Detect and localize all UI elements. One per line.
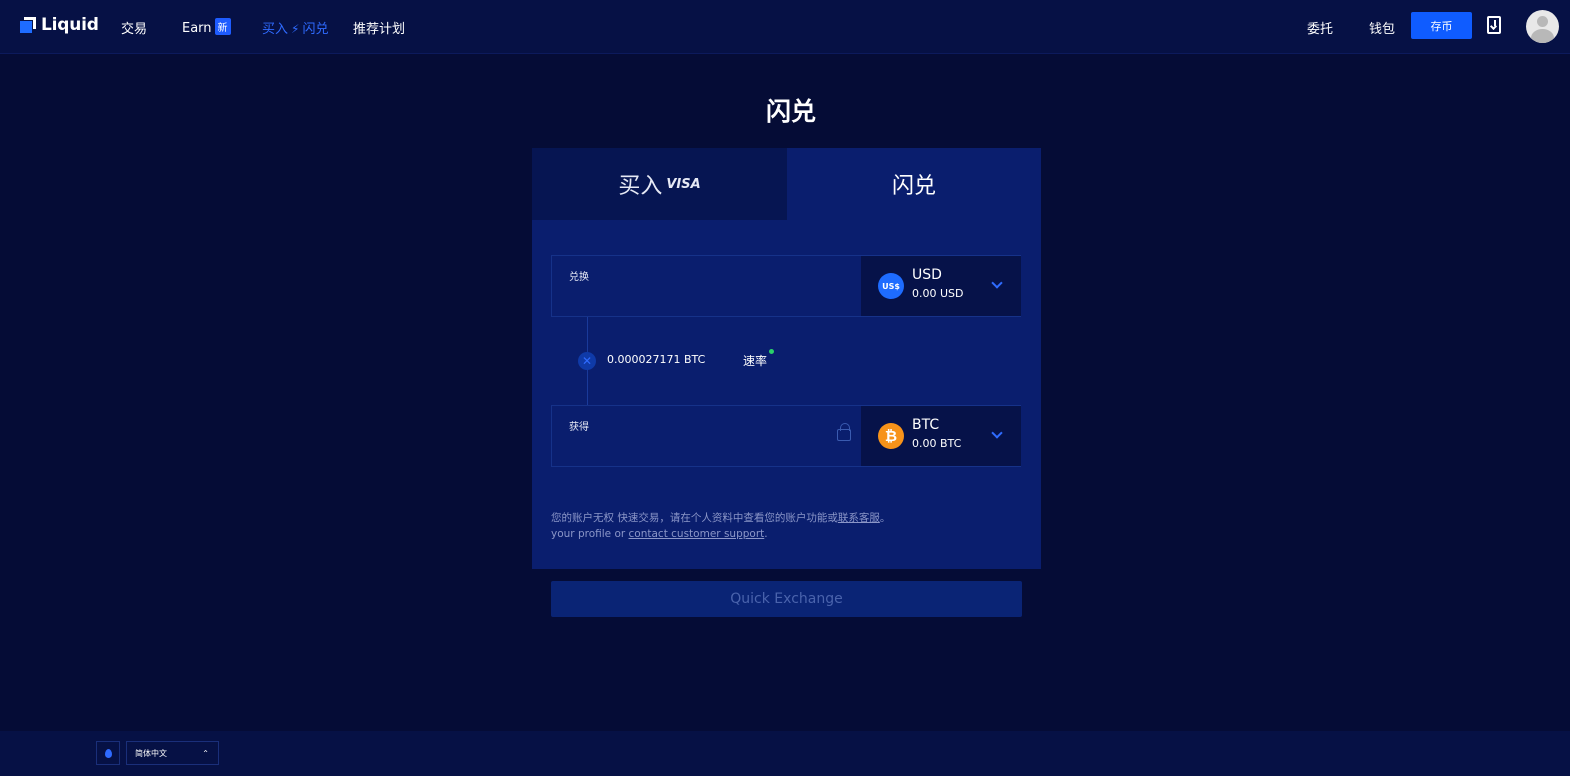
nav-wallet[interactable]: 钱包	[1369, 18, 1395, 37]
chevron-down-icon	[991, 277, 1003, 289]
to-currency-balance: 0.00 BTC	[912, 437, 962, 450]
lock-icon[interactable]	[837, 423, 851, 441]
new-badge: 新	[214, 18, 231, 35]
lightning-icon: ⚡	[291, 22, 300, 36]
account-notice: 您的账户无权 快速交易，请在个人资料中查看您的账户功能或联系客服。 your p…	[551, 510, 1021, 542]
from-currency-balance: 0.00 USD	[912, 287, 964, 300]
to-amount-input[interactable]	[562, 432, 842, 458]
download-app-icon[interactable]	[1487, 16, 1501, 34]
notice-line-1: 您的账户无权 快速交易，请在个人资料中查看您的账户功能或联系客服。	[551, 510, 1021, 526]
deposit-button[interactable]: 存币	[1411, 12, 1472, 39]
language-select[interactable]: 简体中文 ⌃	[126, 741, 219, 765]
nav-delegate[interactable]: 委托	[1307, 18, 1333, 37]
notice-text-cn: 您的账户无权 快速交易，请在个人资料中查看您的账户功能或	[551, 512, 838, 524]
nav-buy-label: 买入	[262, 22, 289, 37]
exchange-card: 买入 VISA 闪兑 兑换 US$ USD 0.00 USD ✕ 0.000027…	[532, 148, 1041, 569]
notice-end-cn: 。	[879, 512, 891, 524]
page-title: 闪兑	[765, 97, 816, 126]
close-icon: ✕	[578, 352, 596, 370]
rate-value: 0.000027171 BTC	[607, 353, 706, 366]
caret-up-icon: ⌃	[202, 749, 209, 758]
rate-label: 速率	[743, 354, 768, 368]
chevron-down-icon	[991, 427, 1003, 439]
nav-trade[interactable]: 交易	[121, 18, 147, 37]
top-navigation-bar: Liquid 交易 Earn 新 买入 ⚡ 闪兑 推荐计划 委托 钱包 存币	[0, 0, 1570, 54]
btc-coin-icon: ₿	[878, 423, 904, 449]
language-label: 简体中文	[135, 748, 167, 758]
theme-icon[interactable]	[96, 741, 120, 765]
from-label: 兑换	[569, 272, 589, 283]
nav-earn-label: Earn	[182, 21, 212, 36]
logo-text: Liquid	[41, 15, 99, 35]
visa-logo: VISA	[666, 176, 701, 192]
live-indicator-dot	[769, 349, 774, 354]
exchange-to-field: 获得 ₿ BTC 0.00 BTC	[551, 405, 1021, 467]
from-currency-name: USD	[912, 267, 942, 283]
tab-swap-label: 闪兑	[891, 174, 936, 199]
notice-line-2: your profile or contact customer support…	[551, 526, 1021, 542]
exchange-tabs: 买入 VISA 闪兑	[532, 148, 1041, 220]
contact-support-link-cn[interactable]: 联系客服	[838, 512, 880, 524]
nav-swap-label: 闪兑	[302, 22, 329, 37]
liquid-logo-icon	[20, 17, 36, 33]
to-currency-select[interactable]: ₿ BTC 0.00 BTC	[861, 406, 1021, 466]
exchange-from-field: 兑换 US$ USD 0.00 USD	[551, 255, 1021, 317]
nav-earn[interactable]: Earn 新	[182, 18, 231, 36]
from-amount-input[interactable]	[562, 282, 842, 308]
footer: 简体中文 ⌃	[0, 731, 1570, 776]
notice-text-en: your profile or	[551, 528, 629, 540]
contact-support-link-en[interactable]: contact customer support	[629, 528, 765, 540]
to-label: 获得	[569, 422, 589, 433]
usd-coin-icon: US$	[878, 273, 904, 299]
quick-exchange-button[interactable]: Quick Exchange	[551, 581, 1022, 617]
nav-buy-swap[interactable]: 买入 ⚡ 闪兑	[262, 18, 328, 37]
tab-buy-label: 买入	[618, 174, 663, 199]
liquid-logo[interactable]: Liquid	[20, 15, 99, 35]
avatar[interactable]	[1526, 10, 1559, 43]
to-currency-name: BTC	[912, 417, 940, 433]
tab-buy[interactable]: 买入 VISA	[532, 148, 787, 220]
tab-swap[interactable]: 闪兑	[787, 148, 1041, 220]
notice-end-en: .	[764, 528, 768, 540]
from-currency-select[interactable]: US$ USD 0.00 USD	[861, 256, 1021, 316]
nav-referral[interactable]: 推荐计划	[353, 18, 405, 37]
